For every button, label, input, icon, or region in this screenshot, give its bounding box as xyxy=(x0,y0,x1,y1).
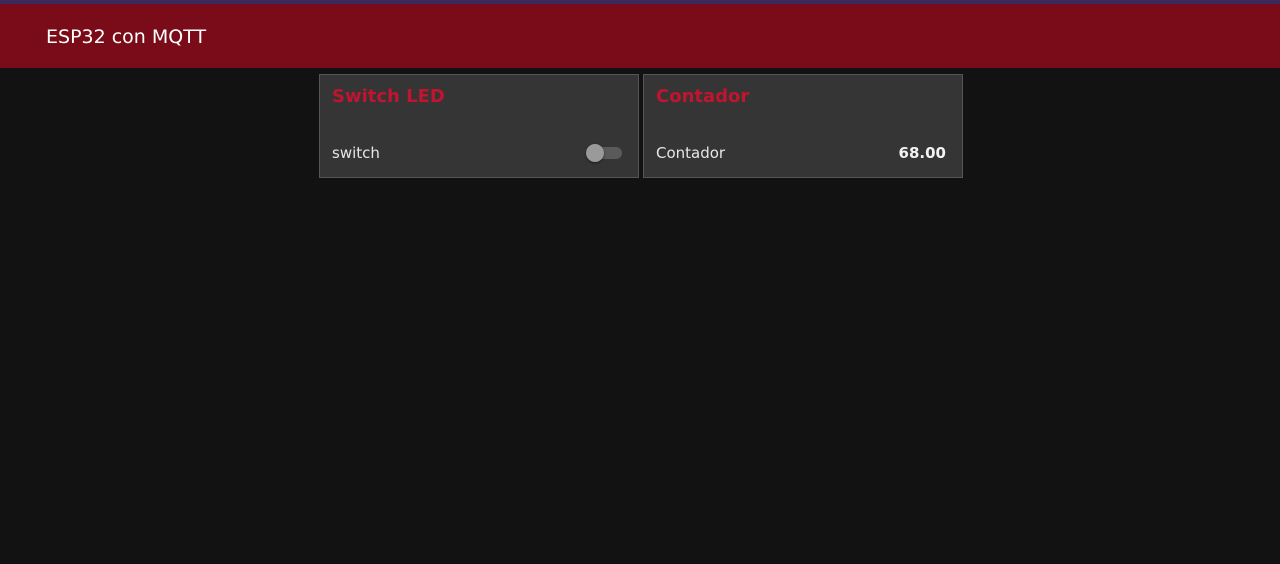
counter-label: Contador xyxy=(656,144,726,162)
app-header: ESP32 con MQTT xyxy=(0,4,1280,68)
contador-card: Contador Contador 68.00 xyxy=(643,74,963,178)
counter-value: 68.00 xyxy=(898,144,946,162)
card-title: Switch LED xyxy=(332,86,445,107)
switch-label: switch xyxy=(332,144,380,162)
toggle-thumb xyxy=(586,144,604,162)
switch-led-card: Switch LED switch xyxy=(319,74,639,178)
card-title: Contador xyxy=(656,86,750,107)
led-toggle-switch[interactable] xyxy=(586,144,622,162)
app-title: ESP32 con MQTT xyxy=(46,26,207,48)
